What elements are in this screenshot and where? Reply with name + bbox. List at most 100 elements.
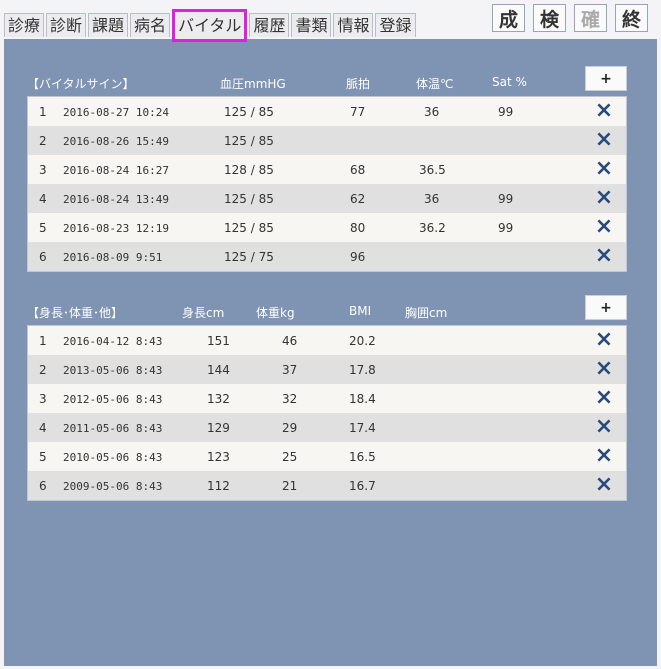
row-pulse: 96	[350, 250, 366, 264]
table-row: 3 2012-05-06 8:43 132 32 18.4 ×	[28, 384, 626, 413]
delete-icon[interactable]: ×	[594, 216, 614, 238]
row-weight: 25	[282, 450, 298, 464]
row-number: 5	[39, 450, 47, 464]
table-row: 1 2016-08-27 10:24 125 / 85 77 36 99 ×	[28, 97, 626, 126]
create-button[interactable]: 成	[492, 4, 525, 32]
col-chest: 胸囲cm	[405, 306, 448, 320]
col-pulse: 脈拍	[346, 77, 371, 91]
row-number: 4	[39, 192, 47, 206]
row-weight: 46	[282, 334, 298, 348]
confirm-button[interactable]: 確	[574, 4, 607, 32]
tab-vital[interactable]: バイタル	[172, 9, 248, 42]
row-bp: 125 / 75	[224, 250, 274, 264]
tab-toroku[interactable]: 登録	[375, 13, 416, 37]
delete-icon[interactable]: ×	[594, 387, 614, 409]
delete-icon[interactable]: ×	[594, 100, 614, 122]
row-date: 2011-05-06 8:43	[63, 422, 163, 435]
delete-icon[interactable]: ×	[594, 329, 614, 351]
row-bp: 125 / 85	[224, 134, 274, 148]
table-row: 6 2009-05-06 8:43 112 21 16.7 ×	[28, 471, 626, 500]
row-bmi: 18.4	[349, 392, 376, 406]
row-number: 2	[39, 363, 47, 377]
row-bp: 125 / 85	[224, 105, 274, 119]
row-pulse: 68	[350, 163, 366, 177]
row-bmi: 16.5	[349, 450, 376, 464]
col-weight: 体重kg	[256, 306, 295, 320]
row-number: 1	[39, 334, 47, 348]
col-height: 身長cm	[182, 306, 225, 320]
delete-icon[interactable]: ×	[594, 158, 614, 180]
row-bmi: 16.7	[349, 479, 376, 493]
vitals-table: 1 2016-08-27 10:24 125 / 85 77 36 99 × 2…	[27, 96, 627, 272]
row-sat: 99	[498, 105, 514, 119]
col-bmi: BMI	[349, 304, 372, 318]
row-bp: 125 / 85	[224, 221, 274, 235]
search-button[interactable]: 検	[533, 4, 566, 32]
row-temp: 36	[424, 192, 440, 206]
row-height: 123	[207, 450, 230, 464]
col-temp: 体温℃	[416, 77, 454, 91]
table-row: 5 2016-08-23 12:19 125 / 85 80 36.2 99 ×	[28, 213, 626, 242]
delete-icon[interactable]: ×	[594, 416, 614, 438]
row-date: 2016-08-24 16:27	[63, 164, 169, 177]
body-title: 【身長･体重･他】	[27, 306, 124, 320]
row-number: 6	[39, 250, 47, 264]
row-height: 129	[207, 421, 230, 435]
add-vital-button[interactable]: +	[585, 66, 627, 91]
row-date: 2016-04-12 8:43	[63, 335, 163, 348]
row-date: 2009-05-06 8:43	[63, 480, 163, 493]
row-bmi: 17.8	[349, 363, 376, 377]
tab-shinryo[interactable]: 診療	[4, 13, 45, 37]
vitals-header: 【バイタルサイン】 血圧mmHG 脈拍 体温℃ Sat % +	[27, 66, 627, 96]
body-measure-panel: 【身長･体重･他】 身長cm 体重kg BMI 胸囲cm + 1 2016-04…	[27, 295, 627, 501]
table-row: 5 2010-05-06 8:43 123 25 16.5 ×	[28, 442, 626, 471]
row-weight: 37	[282, 363, 298, 377]
tab-shorui[interactable]: 書類	[291, 13, 332, 37]
row-date: 2013-05-06 8:43	[63, 364, 163, 377]
table-row: 4 2011-05-06 8:43 129 29 17.4 ×	[28, 413, 626, 442]
table-row: 3 2016-08-24 16:27 128 / 85 68 36.5 ×	[28, 155, 626, 184]
delete-icon[interactable]: ×	[594, 474, 614, 496]
row-number: 3	[39, 392, 47, 406]
row-date: 2016-08-24 13:49	[63, 193, 169, 206]
row-weight: 29	[282, 421, 298, 435]
col-bp: 血圧mmHG	[220, 77, 286, 91]
delete-icon[interactable]: ×	[594, 187, 614, 209]
row-date: 2016-08-09 9:51	[63, 251, 163, 264]
row-bp: 125 / 85	[224, 192, 274, 206]
delete-icon[interactable]: ×	[594, 358, 614, 380]
action-buttons: 成 検 確 終	[492, 4, 648, 32]
row-temp: 36.5	[419, 163, 446, 177]
row-date: 2010-05-06 8:43	[63, 451, 163, 464]
row-bmi: 17.4	[349, 421, 376, 435]
table-row: 4 2016-08-24 13:49 125 / 85 62 36 99 ×	[28, 184, 626, 213]
row-height: 144	[207, 363, 230, 377]
row-date: 2016-08-23 12:19	[63, 222, 169, 235]
body-header: 【身長･体重･他】 身長cm 体重kg BMI 胸囲cm +	[27, 295, 627, 325]
row-sat: 99	[498, 221, 514, 235]
tab-joho[interactable]: 情報	[333, 13, 374, 37]
row-height: 132	[207, 392, 230, 406]
row-height: 112	[207, 479, 230, 493]
row-number: 2	[39, 134, 47, 148]
tab-kadai[interactable]: 課題	[88, 13, 129, 37]
row-temp: 36	[424, 105, 440, 119]
tab-bar: 診療 診断 課題 病名 バイタル 履歴 書類 情報 登録	[4, 9, 418, 42]
tab-shindan[interactable]: 診断	[46, 13, 87, 37]
row-number: 4	[39, 421, 47, 435]
row-date: 2016-08-27 10:24	[63, 106, 169, 119]
delete-icon[interactable]: ×	[594, 129, 614, 151]
table-row: 2 2016-08-26 15:49 125 / 85 ×	[28, 126, 626, 155]
row-number: 1	[39, 105, 47, 119]
delete-icon[interactable]: ×	[594, 445, 614, 467]
row-weight: 32	[282, 392, 298, 406]
row-date: 2016-08-26 15:49	[63, 135, 169, 148]
add-measure-button[interactable]: +	[585, 295, 627, 320]
row-pulse: 80	[350, 221, 366, 235]
vitals-panel: 【バイタルサイン】 血圧mmHG 脈拍 体温℃ Sat % + 1 2016-0…	[27, 66, 627, 272]
delete-icon[interactable]: ×	[594, 245, 614, 267]
main-content: 【バイタルサイン】 血圧mmHG 脈拍 体温℃ Sat % + 1 2016-0…	[4, 39, 657, 666]
tab-rireki[interactable]: 履歴	[249, 13, 290, 37]
tab-byomei[interactable]: 病名	[130, 13, 171, 37]
finish-button[interactable]: 終	[615, 4, 648, 32]
